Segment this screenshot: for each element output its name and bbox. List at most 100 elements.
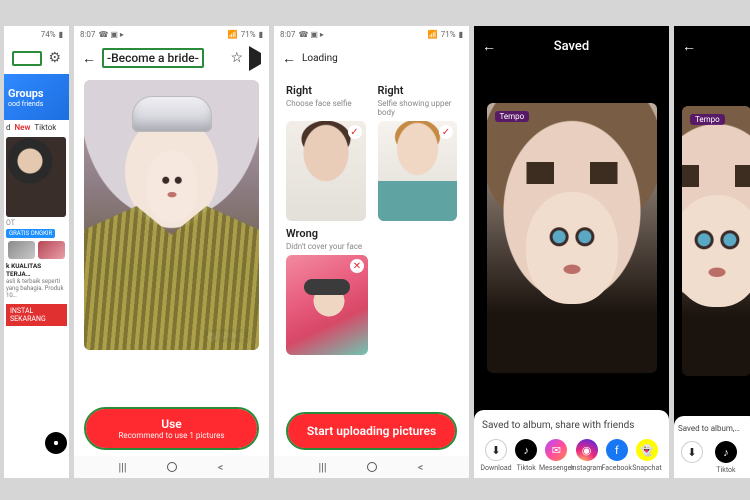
share-title: Saved to album,… bbox=[678, 424, 750, 433]
app-bar: ⚙ bbox=[4, 42, 69, 74]
preview-area: Tempo bbox=[674, 66, 750, 416]
watermark-tempo: Tempo bbox=[690, 114, 725, 125]
sample-wrong: ✕ bbox=[286, 255, 368, 355]
cross-icon: ✕ bbox=[350, 259, 364, 273]
use-button[interactable]: Use Recommend to use 1 pictures bbox=[86, 409, 257, 448]
groups-banner[interactable]: Groups ood friends bbox=[4, 74, 69, 120]
tiktok-icon: ♪ bbox=[715, 441, 737, 463]
share-tiktok[interactable]: ♪Tiktok bbox=[512, 439, 540, 472]
share-panel: Saved to album,… ⬇ ♪Tiktok bbox=[674, 416, 750, 478]
download-icon: ⬇ bbox=[681, 441, 703, 463]
share-facebook[interactable]: fFacebook bbox=[603, 439, 631, 472]
banner-subtitle: ood friends bbox=[8, 100, 65, 108]
back-icon[interactable] bbox=[682, 38, 696, 55]
phone-saved: Saved Tempo Saved to album, share with f… bbox=[474, 26, 669, 478]
share-title: Saved to album, share with friends bbox=[482, 420, 661, 431]
back-button[interactable]: < bbox=[413, 461, 429, 474]
back-icon[interactable] bbox=[82, 50, 96, 67]
favorite-icon[interactable]: ☆ bbox=[230, 50, 243, 66]
instagram-icon: ◉ bbox=[576, 439, 598, 461]
home-button[interactable] bbox=[164, 462, 180, 472]
watermark-tempo: Tempo bbox=[495, 111, 530, 122]
section-hint: Didn't cover your face bbox=[286, 242, 457, 251]
phone-template-detail: 8:07 ☎ ▣ ▸ 📶 71%▮ -Become a bride- ☆ jiz… bbox=[74, 26, 269, 478]
share-icon[interactable] bbox=[249, 53, 261, 64]
title-highlight: -Become a bride- bbox=[102, 48, 204, 68]
app-bar: Loading bbox=[274, 42, 469, 74]
back-icon[interactable] bbox=[282, 50, 296, 67]
battery-label: 71% bbox=[441, 30, 456, 39]
share-messenger[interactable]: ✉Messenger bbox=[542, 439, 570, 472]
cta-highlight: Use Recommend to use 1 pictures bbox=[84, 407, 259, 450]
facebook-icon: f bbox=[606, 439, 628, 461]
share-snapchat[interactable]: 👻Snapchat bbox=[633, 439, 661, 472]
checkmark-icon: ✓ bbox=[348, 125, 362, 139]
back-icon[interactable] bbox=[482, 38, 496, 55]
author-chip[interactable]: jizhang bbox=[204, 329, 252, 342]
battery-label: 71% bbox=[241, 30, 256, 39]
cta-label: Start uploading pictures bbox=[307, 424, 436, 438]
android-nav: ||| < bbox=[274, 456, 469, 478]
app-bar: Saved bbox=[474, 26, 669, 66]
install-button[interactable]: INSTAL SEKARANG bbox=[6, 304, 67, 326]
promo-text: asli & terbaik seperti yang bahagia. Pro… bbox=[6, 278, 67, 300]
cta-sub: Recommend to use 1 pictures bbox=[96, 431, 247, 440]
sample-right-face: ✓ bbox=[286, 121, 366, 221]
recents-button[interactable]: ||| bbox=[315, 461, 331, 474]
share-instagram[interactable]: ◉Instagram bbox=[573, 439, 601, 472]
section-header-right: Right bbox=[286, 84, 366, 97]
tab-tiktok[interactable]: Tiktok bbox=[34, 123, 56, 132]
snapchat-icon: 👻 bbox=[636, 439, 658, 461]
result-preview[interactable]: Tempo bbox=[682, 106, 750, 376]
status-bar: 8:07 ☎ ▣ ▸ 📶 71%▮ bbox=[274, 26, 469, 42]
tiktok-icon: ♪ bbox=[515, 439, 537, 461]
result-preview[interactable]: Tempo bbox=[487, 103, 657, 373]
android-nav: ||| < bbox=[74, 456, 269, 478]
template-thumbnail[interactable] bbox=[6, 137, 66, 217]
start-upload-button[interactable]: Start uploading pictures bbox=[288, 414, 455, 448]
tab-new[interactable]: New bbox=[15, 123, 31, 132]
checkmark-icon: ✓ bbox=[439, 125, 453, 139]
category-label: OT bbox=[4, 219, 69, 227]
back-button[interactable]: < bbox=[213, 461, 229, 474]
promo-title: k KUALITAS TERJA… bbox=[6, 262, 67, 278]
share-tiktok[interactable]: ♪Tiktok bbox=[712, 441, 740, 474]
promo-card[interactable]: GRATIS ONGKIR k KUALITAS TERJA… asli & t… bbox=[4, 227, 69, 328]
messenger-icon: ✉ bbox=[545, 439, 567, 461]
free-shipping-badge: GRATIS ONGKIR bbox=[6, 229, 55, 238]
app-bar: -Become a bride- ☆ bbox=[74, 42, 269, 74]
phone-home: 74%▮ ⚙ Groups ood friends d New Tiktok O… bbox=[4, 26, 69, 478]
battery-label: 74% bbox=[41, 30, 56, 39]
banner-title: Groups bbox=[8, 87, 65, 100]
app-bar bbox=[674, 26, 750, 66]
share-download[interactable]: ⬇Download bbox=[482, 439, 510, 472]
cta-highlight: Start uploading pictures bbox=[286, 412, 457, 450]
page-title: Loading bbox=[302, 53, 338, 64]
tiktok-float-icon[interactable] bbox=[45, 432, 67, 454]
phone-saved-duplicate: Tempo Saved to album,… ⬇ ♪Tiktok bbox=[674, 26, 750, 478]
page-title: Saved bbox=[554, 39, 589, 54]
recents-button[interactable]: ||| bbox=[115, 461, 131, 474]
share-download[interactable]: ⬇ bbox=[678, 441, 706, 474]
status-bar: 8:07 ☎ ▣ ▸ 📶 71%▮ bbox=[74, 26, 269, 42]
crown-decoration bbox=[132, 96, 212, 132]
sample-right-body: ✓ bbox=[378, 121, 458, 221]
phone-upload-guide: 8:07 ☎ ▣ ▸ 📶 71%▮ Loading Right Choose f… bbox=[274, 26, 469, 478]
preview-area: Tempo bbox=[474, 66, 669, 410]
template-preview[interactable]: jizhang bbox=[84, 80, 259, 350]
product-image bbox=[38, 241, 65, 259]
clock: 8:07 bbox=[80, 30, 95, 39]
tab[interactable]: d bbox=[6, 123, 11, 132]
page-title: -Become a bride- bbox=[107, 51, 199, 65]
status-bar: 74%▮ bbox=[4, 26, 69, 42]
cta-label: Use bbox=[161, 417, 182, 431]
home-button[interactable] bbox=[364, 462, 380, 472]
clock: 8:07 bbox=[280, 30, 295, 39]
download-icon: ⬇ bbox=[485, 439, 507, 461]
section-header-wrong: Wrong bbox=[286, 227, 457, 240]
section-header-right: Right bbox=[378, 84, 458, 97]
category-tabs: d New Tiktok bbox=[4, 120, 69, 135]
product-image bbox=[8, 241, 35, 259]
section-hint: Choose face selfie bbox=[286, 99, 366, 108]
settings-icon[interactable]: ⚙ bbox=[48, 50, 61, 66]
